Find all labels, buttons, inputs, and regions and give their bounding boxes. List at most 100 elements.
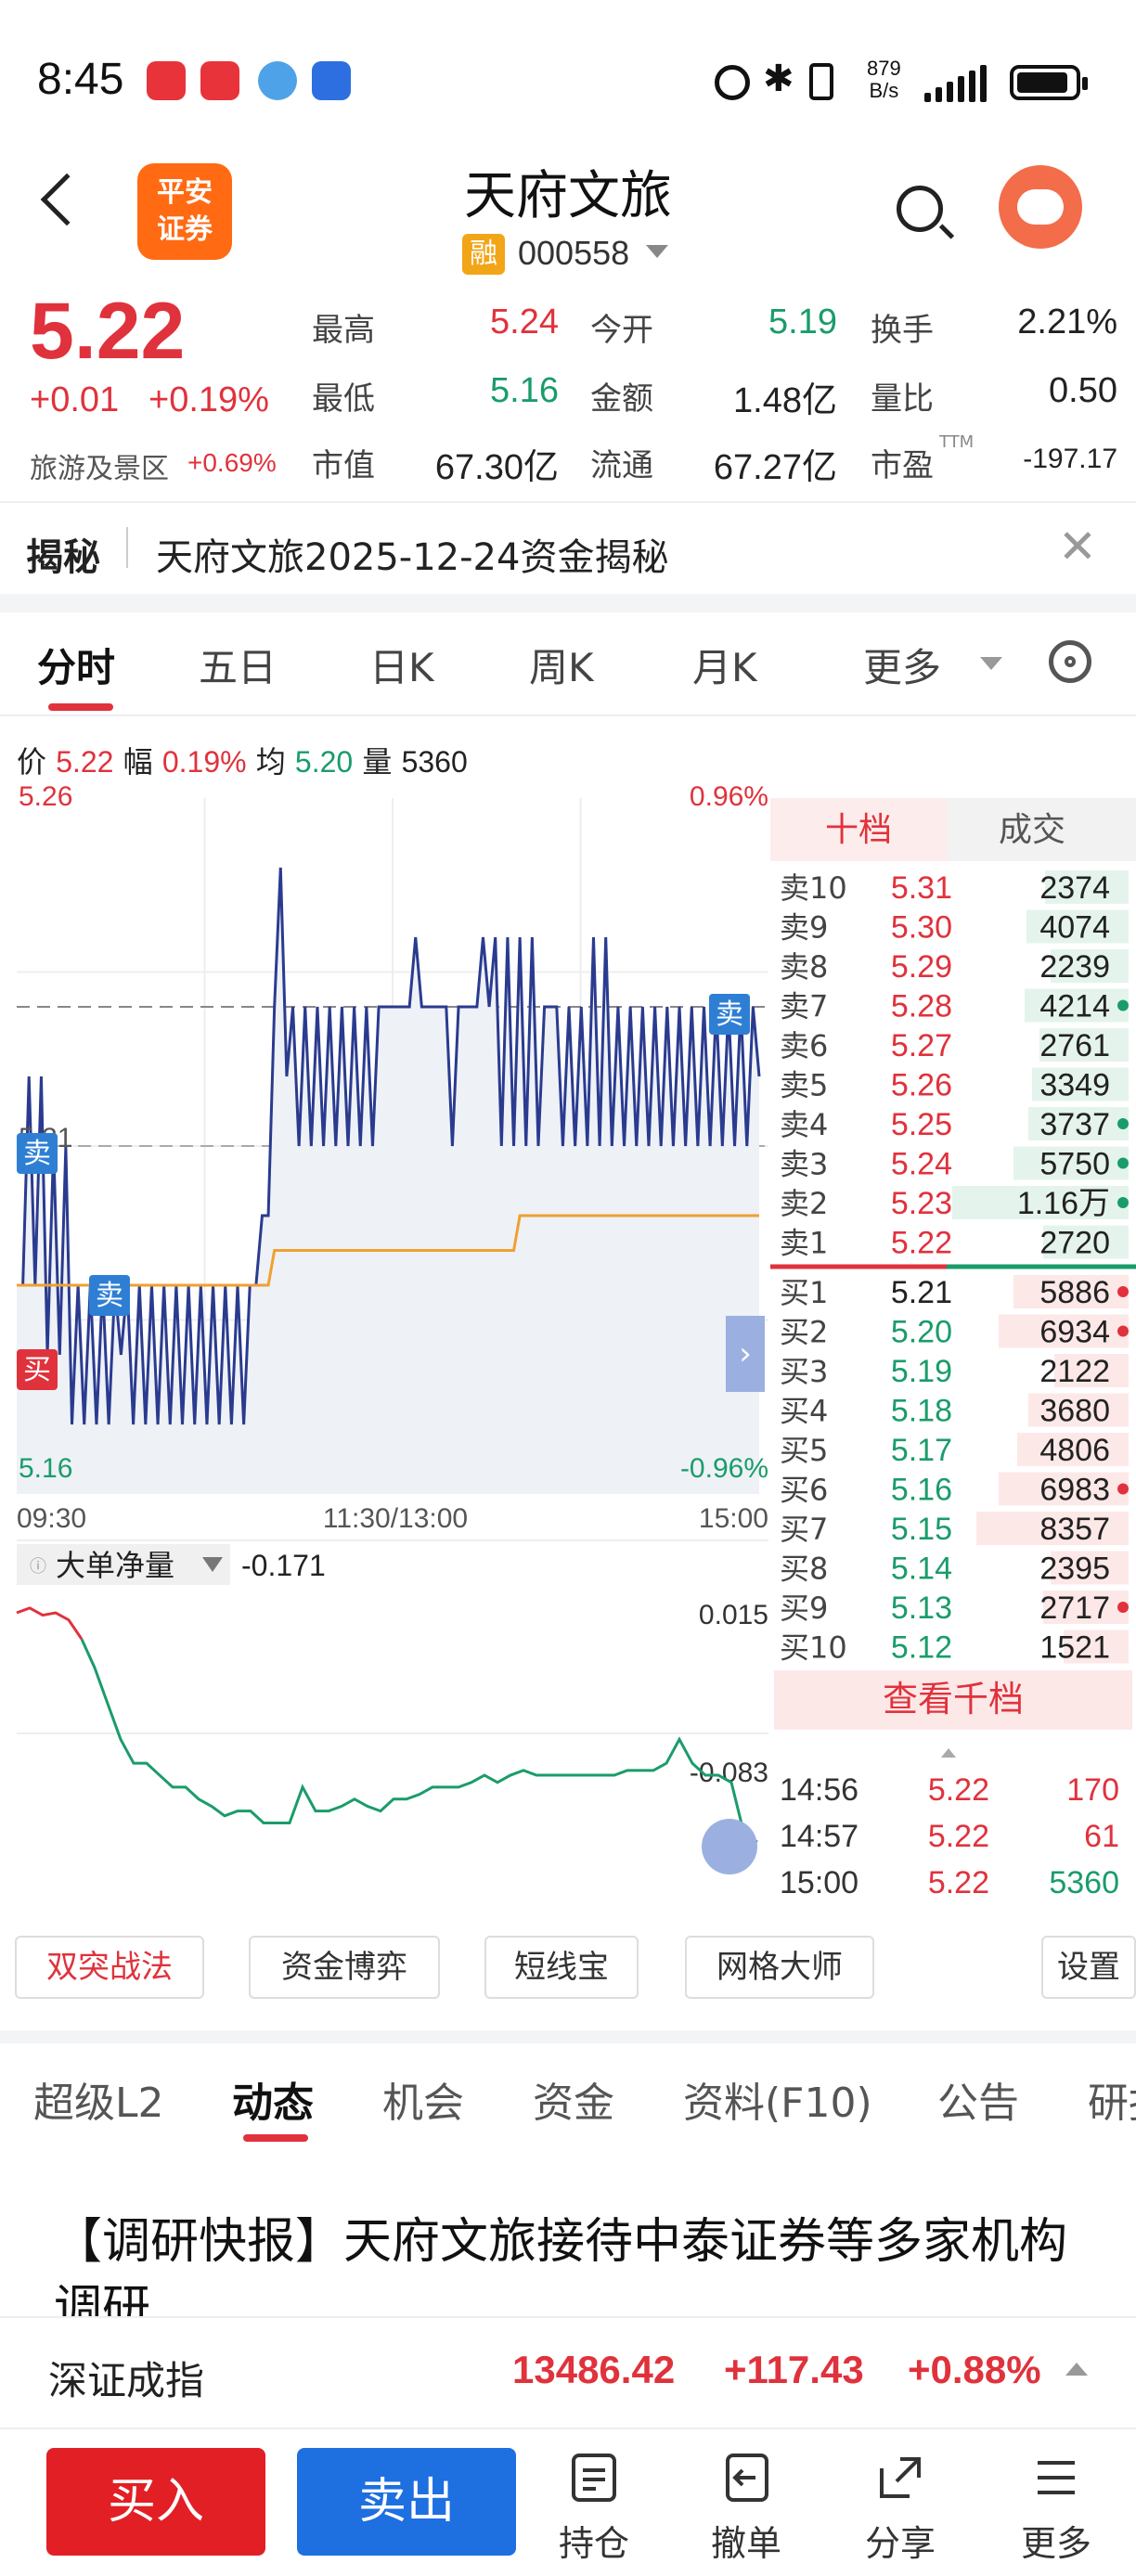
search-icon[interactable] [897, 186, 943, 232]
tab-research[interactable]: 研报 [1088, 2069, 1136, 2129]
level-price: 5.18 [891, 1394, 952, 1429]
stat-label: 换手 [871, 312, 934, 349]
positions-button[interactable]: 持仓 [538, 2450, 650, 2566]
tool-short-line[interactable]: 短线宝 [484, 1936, 639, 1999]
chevron-down-icon[interactable] [980, 657, 1002, 670]
vibrate-icon [809, 63, 833, 100]
order-book[interactable]: 十档 成交卖10 5.31 2374 卖9 5.30 4074 卖8 5.29 2239 卖7 5.2… [770, 798, 1136, 1912]
tool-double-break[interactable]: 双突战法 [15, 1936, 204, 1999]
stat-value: -197.17 [1023, 444, 1117, 474]
ask-row: 卖2 5.23 1.16万 [780, 1186, 1129, 1221]
level-price: 5.26 [891, 1068, 952, 1103]
ask-row: 卖9 5.30 4074 [780, 909, 1129, 946]
back-icon[interactable] [40, 173, 94, 226]
chevron-up-icon[interactable] [1065, 2363, 1088, 2376]
level-label: 买2 [780, 1315, 828, 1350]
chevron-right-icon: › [739, 1335, 752, 1372]
level-volume: 1521 [1039, 1630, 1110, 1666]
share-button[interactable]: 分享 [845, 2450, 956, 2566]
margin-badge: 融 [462, 234, 505, 275]
active-tab-indicator [243, 2134, 308, 2142]
ask-row: 卖7 5.28 4214 [780, 988, 1129, 1024]
price-change: +0.01 [30, 380, 120, 419]
buy-button[interactable]: 买入 [46, 2448, 265, 2556]
level-label: 卖1 [780, 1226, 828, 1261]
intraday-chart[interactable]: 5.265.215.160.96%-0.96%09:3011:30/13:001… [0, 770, 770, 1921]
level-price: 5.24 [891, 1147, 952, 1182]
share-label: 分享 [864, 2523, 936, 2564]
tool-grid-master[interactable]: 网格大师 [685, 1936, 874, 1999]
huawei-app-icon [147, 61, 186, 100]
pct-min-label: -0.96% [680, 1453, 768, 1484]
order-dot [1117, 999, 1129, 1011]
alarm-icon [715, 65, 750, 100]
ask-row: 卖6 5.27 2761 [780, 1028, 1129, 1063]
tab-opportunity[interactable]: 机会 [382, 2069, 464, 2129]
net-speed-value: 879 [867, 57, 901, 80]
ask-row: 卖4 5.25 3737 [780, 1107, 1129, 1142]
assistant-avatar[interactable] [999, 165, 1082, 249]
sector-name[interactable]: 旅游及景区 [30, 445, 169, 486]
sector-change[interactable]: +0.69% [187, 448, 277, 478]
level-price: 5.17 [891, 1433, 952, 1468]
reveal-text[interactable]: 天府文旅2025-12-24资金揭秘 [156, 527, 668, 581]
tab-news[interactable]: 动态 [232, 2069, 314, 2129]
order-dot [1117, 1118, 1129, 1129]
level-label: 买5 [780, 1433, 828, 1468]
level-price: 5.27 [891, 1028, 952, 1063]
tab-announcements[interactable]: 公告 [937, 2069, 1019, 2129]
price-change-pct: +0.19% [148, 380, 269, 419]
tab-more[interactable]: 更多 [863, 637, 941, 693]
active-tab-indicator [48, 703, 113, 711]
level-label: 卖3 [780, 1147, 828, 1182]
chevron-down-icon[interactable] [646, 245, 668, 258]
level-label: 买10 [780, 1630, 847, 1666]
tab-intraday[interactable]: 分时 [37, 637, 115, 693]
trade-volume: 61 [1084, 1819, 1119, 1854]
stat-label: 市盈 [871, 447, 934, 484]
sell-button[interactable]: 卖出 [297, 2448, 516, 2556]
stat-label: 市值 [312, 447, 375, 484]
tab-five-day[interactable]: 五日 [199, 637, 277, 693]
level-price: 5.21 [891, 1275, 952, 1310]
level-label: 卖6 [780, 1028, 828, 1063]
more-button[interactable]: 更多 [1000, 2450, 1112, 2566]
level-price: 5.22 [891, 1226, 952, 1261]
level-label: 卖7 [780, 989, 828, 1024]
level-volume: 2761 [1039, 1028, 1110, 1063]
close-icon[interactable]: ✕ [1058, 520, 1097, 573]
stat-label: 金额 [590, 380, 653, 418]
tool-fund-game[interactable]: 资金博弈 [249, 1936, 440, 1999]
cancel-order-label: 撤单 [710, 2523, 781, 2564]
tool-settings[interactable]: 设置 [1041, 1936, 1136, 1999]
menu-icon [1038, 2461, 1075, 2494]
bid-row: 买6 5.16 6983 [780, 1472, 1129, 1508]
tab-f10[interactable]: 资料(F10) [683, 2069, 872, 2129]
stat-value: 5.19 [768, 303, 837, 341]
svg-text:卖: 卖 [716, 998, 743, 1031]
section-gap [0, 2030, 1136, 2043]
view-all-levels-label: 查看千档 [883, 1679, 1024, 1719]
level-label: 卖2 [780, 1186, 828, 1221]
order-dot [1117, 1325, 1129, 1337]
level-volume: 2717 [1039, 1591, 1110, 1626]
battery-icon [1010, 65, 1088, 100]
tab-funds[interactable]: 资金 [533, 2069, 614, 2129]
level-label: 买8 [780, 1552, 828, 1587]
trade-time: 14:57 [780, 1819, 858, 1854]
undo-icon [726, 2454, 768, 2502]
tab-super-l2[interactable]: 超级L2 [33, 2069, 164, 2129]
tab-daily-k[interactable]: 日K [369, 637, 434, 693]
tab-monthly-k[interactable]: 月K [692, 637, 757, 693]
trade-volume: 5360 [1049, 1865, 1119, 1900]
level-volume: 5750 [1039, 1147, 1110, 1182]
stock-code[interactable]: 000558 [518, 234, 629, 273]
status-bar: 8:45 ✱ 879 B/s [0, 0, 1136, 158]
broker-logo: 平安 证券 [137, 163, 232, 260]
svg-text:买: 买 [23, 1354, 51, 1386]
current-price: 5.22 [30, 287, 186, 376]
bid-row: 买5 5.17 4806 [780, 1433, 1129, 1468]
cancel-order-button[interactable]: 撤单 [691, 2450, 802, 2566]
gear-icon[interactable] [1049, 640, 1091, 683]
tab-weekly-k[interactable]: 周K [529, 637, 594, 693]
